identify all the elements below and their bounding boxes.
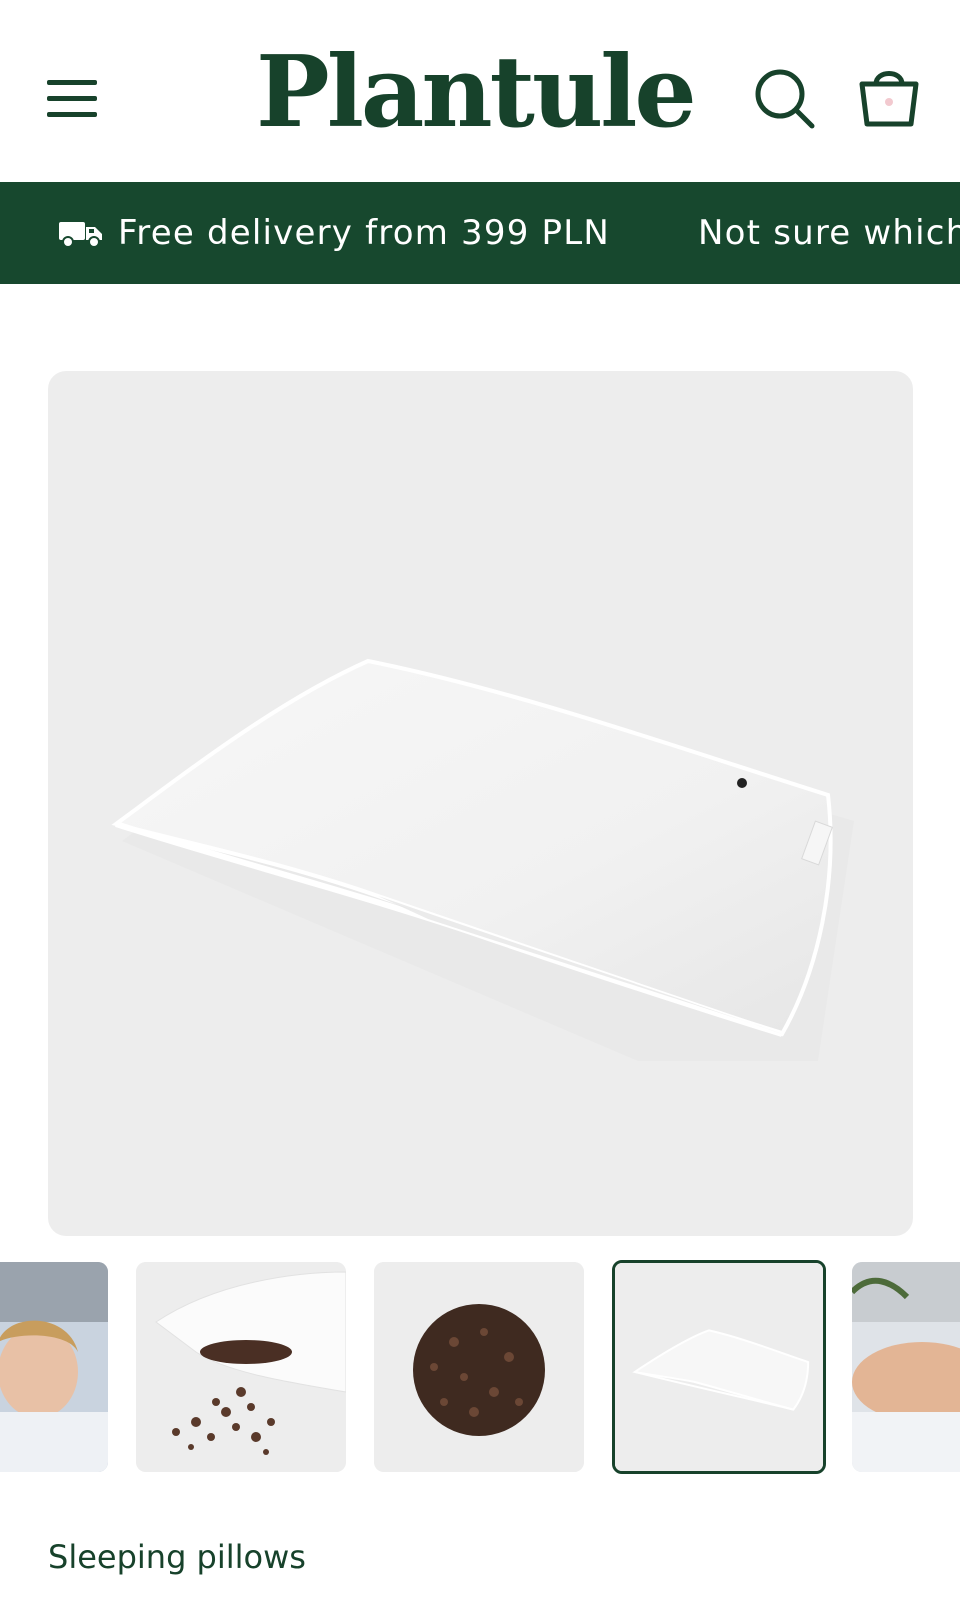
thumbnail-buckwheat-husks-pile[interactable] — [374, 1262, 584, 1472]
thumbnail-white-pillow[interactable] — [612, 1260, 826, 1474]
breadcrumb-category[interactable]: Sleeping pillows — [48, 1538, 306, 1576]
announcement-text: Free delivery from 399 PLN — [118, 213, 611, 253]
thumbnail-strip — [0, 1258, 960, 1476]
thumbnail-image — [136, 1262, 346, 1472]
site-logo[interactable]: Plantule — [256, 38, 706, 148]
thumbnail-person-on-pillow[interactable] — [852, 1262, 960, 1472]
pillow-image — [111, 658, 854, 1061]
announcement-track: Free delivery from 399 PLN Not sure whic… — [58, 182, 960, 284]
thumbnail-woman-on-pillow[interactable] — [0, 1262, 108, 1472]
thumbnail-image — [0, 1262, 108, 1472]
site-header: Plantule — [0, 0, 960, 182]
menu-icon-line — [47, 96, 97, 101]
product-main-image[interactable] — [48, 371, 913, 1236]
announcement-text: Not sure which — [698, 213, 960, 253]
announcement-item: Not sure which — [698, 213, 960, 253]
thumbnail-open-pillow-with-husks[interactable] — [136, 1262, 346, 1472]
menu-icon-line — [47, 112, 97, 117]
menu-icon-line — [47, 80, 97, 85]
search-icon — [755, 69, 815, 129]
thumbnail-image — [852, 1262, 960, 1472]
cart-button[interactable] — [854, 62, 924, 132]
shopping-bag-icon — [859, 71, 919, 127]
announcement-bar: Free delivery from 399 PLN Not sure whic… — [0, 182, 960, 284]
thumbnail-image — [374, 1262, 584, 1472]
search-button[interactable] — [752, 66, 818, 132]
menu-button[interactable] — [40, 70, 100, 126]
delivery-truck-icon — [59, 222, 102, 248]
announcement-item: Free delivery from 399 PLN — [58, 213, 610, 253]
thumbnail-image — [615, 1263, 823, 1471]
